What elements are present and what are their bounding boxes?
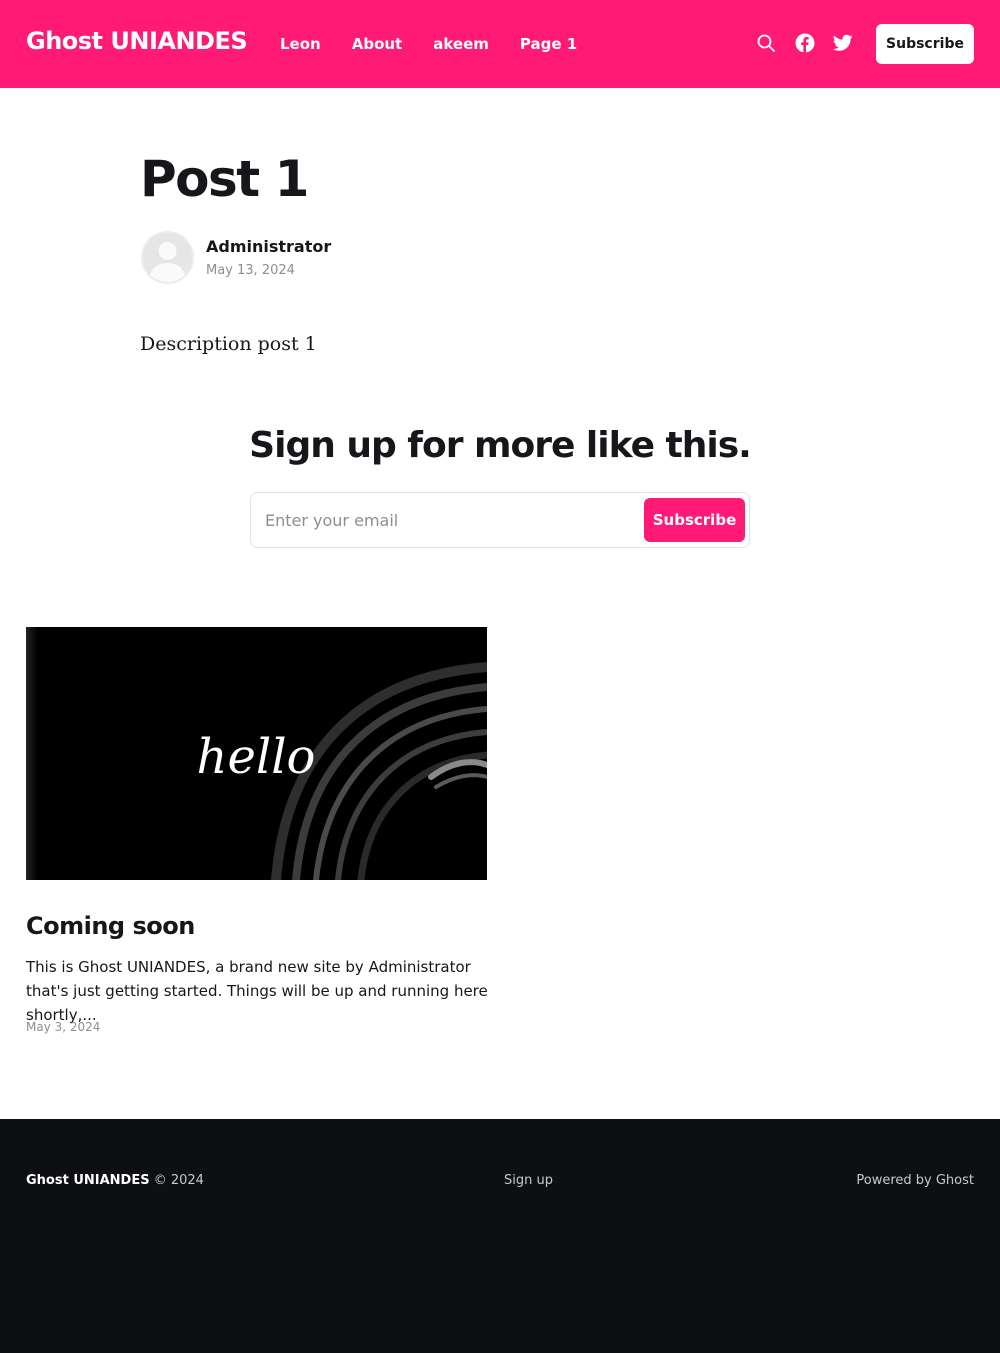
site-footer: Ghost UNIANDES © 2024 Sign up Powered by…	[0, 1119, 1000, 1353]
cta-subscribe-button[interactable]: Subscribe	[644, 498, 745, 542]
nav-item-page-1[interactable]: Page 1	[520, 35, 577, 53]
footer-site-title[interactable]: Ghost UNIANDES	[26, 1173, 150, 1188]
card-excerpt: This is Ghost UNIANDES, a brand new site…	[26, 958, 488, 1024]
nav-item-akeem[interactable]: akeem	[433, 35, 489, 53]
twitter-icon[interactable]	[833, 33, 853, 53]
nav-item-about[interactable]: About	[352, 35, 403, 53]
card-title[interactable]: Coming soon	[26, 912, 195, 940]
facebook-icon[interactable]	[795, 33, 815, 53]
footer-signup-link[interactable]: Sign up	[504, 1173, 553, 1188]
signup-form: Subscribe	[250, 492, 750, 548]
card-date: May 3, 2024	[26, 1020, 101, 1034]
email-input[interactable]	[265, 503, 635, 537]
cta-title: Sign up for more like this.	[249, 425, 752, 466]
post-feature-image[interactable]: hello	[26, 627, 487, 880]
post-content: Description post 1	[140, 333, 317, 355]
nav-item-leon[interactable]: Leon	[280, 35, 321, 53]
site-header: Ghost UNIANDES Leon About akeem Page 1 S…	[0, 0, 1000, 88]
powered-by-link[interactable]: Powered by Ghost	[856, 1173, 974, 1188]
author-avatar[interactable]	[141, 231, 194, 284]
header-subscribe-button[interactable]: Subscribe	[876, 24, 974, 64]
search-icon[interactable]	[756, 33, 776, 53]
footer-copyright: Ghost UNIANDES © 2024	[26, 1173, 204, 1188]
image-caption: hello	[197, 729, 316, 785]
site-logo[interactable]: Ghost UNIANDES	[26, 27, 248, 55]
author-name[interactable]: Administrator	[206, 237, 331, 256]
main-nav: Leon About akeem Page 1	[280, 35, 608, 53]
post-date: May 13, 2024	[206, 263, 295, 278]
post-title: Post 1	[140, 150, 309, 208]
footer-copyright-year: © 2024	[149, 1173, 204, 1188]
